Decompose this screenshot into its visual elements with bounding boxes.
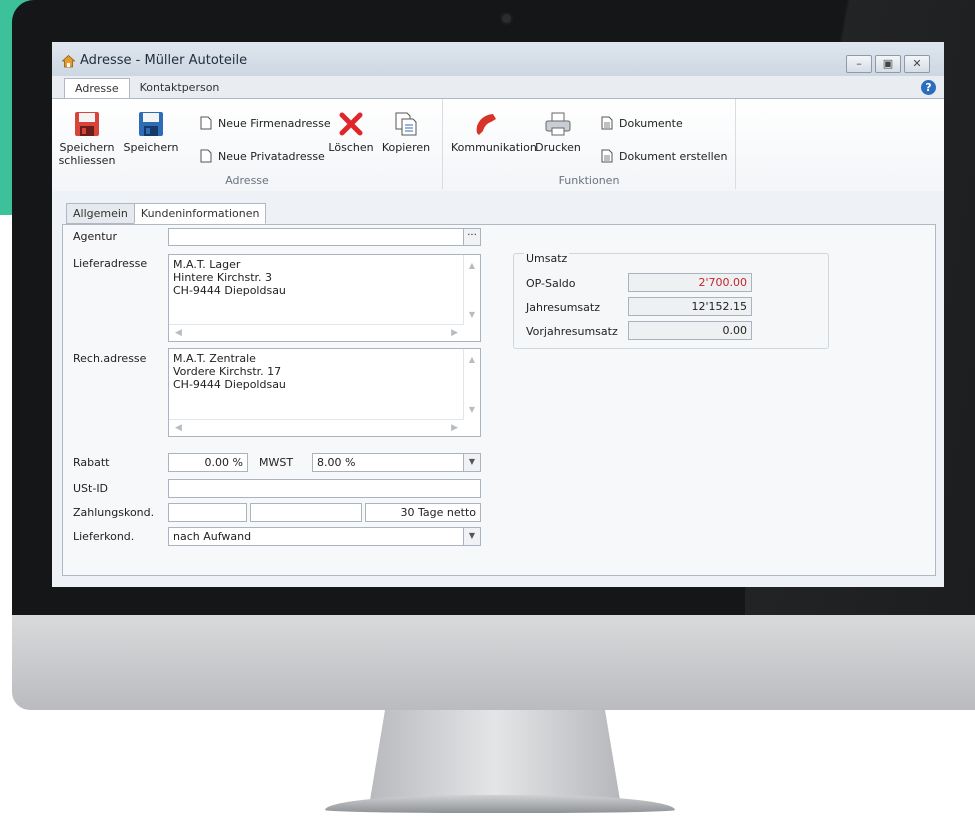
window-title: Adresse - Müller Autoteile [80, 53, 248, 68]
monitor-chin [12, 615, 975, 710]
rechadresse-label: Rech.adresse [73, 352, 147, 365]
close-button[interactable]: ✕ [904, 55, 930, 73]
new-private-address-button[interactable]: Neue Privatadresse [200, 149, 325, 163]
save-button[interactable]: Speichern [122, 111, 180, 154]
document-icon [601, 149, 613, 163]
create-document-button[interactable]: Dokument erstellen [601, 149, 727, 163]
vorjahresumsatz-label: Vorjahresumsatz [526, 325, 618, 338]
copy-icon [395, 112, 417, 136]
ribbon-tabs: Adresse Kontaktperson [64, 78, 229, 98]
copy-button[interactable]: Kopieren [378, 111, 434, 154]
tab-kontaktperson[interactable]: Kontaktperson [130, 78, 230, 98]
document-icon [601, 116, 613, 130]
documents-button[interactable]: Dokumente [601, 116, 683, 130]
vertical-scrollbar[interactable]: ▲ ▼ [463, 349, 480, 420]
house-icon [62, 55, 75, 68]
close-icon: ✕ [912, 57, 922, 70]
zahlungskond-field-2[interactable] [250, 503, 362, 522]
vorjahresumsatz-value: 0.00 [628, 321, 752, 340]
mwst-dropdown[interactable]: 8.00 % ▼ [312, 453, 481, 472]
maximize-button[interactable]: ▣ [875, 55, 901, 73]
customer-info-panel: Agentur ··· Lieferadresse M.A.T. Lager H… [62, 224, 936, 576]
zahlungskond-label: Zahlungskond. [73, 506, 155, 519]
document-icon [200, 149, 212, 163]
ribbon-group-label-funktionen: Funktionen [558, 174, 620, 187]
jahresumsatz-label: Jahresumsatz [526, 301, 600, 314]
monitor-base [325, 795, 675, 813]
mwst-label: MWST [259, 456, 294, 469]
agentur-field[interactable]: ··· [168, 228, 481, 246]
lieferkond-label: Lieferkond. [73, 530, 135, 543]
ribbon-group-adresse: Speichern schliessen Speichern Neue Firm… [52, 99, 443, 189]
zahlungskond-field-1[interactable] [168, 503, 247, 522]
horizontal-scrollbar[interactable]: ◀ ▶ [169, 419, 464, 436]
minimize-icon: – [856, 57, 862, 70]
vertical-scrollbar[interactable]: ▲ ▼ [463, 255, 480, 325]
tab-adresse[interactable]: Adresse [64, 78, 130, 98]
ustid-field[interactable] [168, 479, 481, 498]
rechadresse-textarea[interactable]: M.A.T. Zentrale Vordere Kirchstr. 17 CH-… [168, 348, 481, 437]
save-close-button[interactable]: Speichern schliessen [58, 111, 116, 167]
rabatt-label: Rabatt [73, 456, 110, 469]
jahresumsatz-value: 12'152.15 [628, 297, 752, 316]
umsatz-title: Umsatz [524, 252, 570, 265]
op-saldo-value: 2'700.00 [628, 273, 752, 292]
op-saldo-label: OP-Saldo [526, 277, 576, 290]
ustid-label: USt-ID [73, 482, 109, 495]
rabatt-field[interactable]: 0.00 % [168, 453, 248, 472]
sub-tabs: Allgemein Kundeninformationen [66, 203, 267, 224]
ribbon-group-funktionen: Kommunikation Drucken Dokumente Dokument… [443, 99, 736, 189]
chevron-down-icon[interactable]: ▼ [463, 528, 480, 545]
chevron-down-icon[interactable]: ▼ [463, 454, 480, 471]
floppy-disk-icon [139, 112, 163, 136]
zahlungskond-field-3[interactable]: 30 Tage netto [365, 503, 481, 522]
maximize-icon: ▣ [882, 57, 894, 70]
agentur-label: Agentur [73, 230, 118, 243]
camera-dot [502, 14, 511, 23]
delete-button[interactable]: Löschen [326, 111, 376, 154]
lieferkond-dropdown[interactable]: nach Aufwand ▼ [168, 527, 481, 546]
umsatz-groupbox: Umsatz OP-Saldo 2'700.00 Jahresumsatz 12… [513, 252, 829, 349]
delete-x-icon [339, 112, 363, 136]
tab-kundeninformationen[interactable]: Kundeninformationen [133, 203, 267, 224]
minimize-button[interactable]: – [846, 55, 872, 73]
new-company-address-button[interactable]: Neue Firmenadresse [200, 116, 331, 130]
floppy-disk-icon [75, 112, 99, 136]
ribbon-group-label-adresse: Adresse [225, 174, 269, 187]
lieferadresse-textarea[interactable]: M.A.T. Lager Hintere Kirchstr. 3 CH-9444… [168, 254, 481, 342]
print-button[interactable]: Drucken [533, 111, 583, 154]
communication-button[interactable]: Kommunikation [451, 111, 537, 154]
ribbon: Speichern schliessen Speichern Neue Firm… [52, 98, 944, 192]
tab-allgemein[interactable]: Allgemein [66, 203, 135, 224]
document-icon [200, 116, 212, 130]
horizontal-scrollbar[interactable]: ◀ ▶ [169, 324, 464, 341]
agentur-browse-button[interactable]: ··· [463, 229, 480, 245]
app-window: Adresse - Müller Autoteile – ▣ ✕ Adresse… [52, 42, 944, 587]
lieferadresse-label: Lieferadresse [73, 257, 148, 270]
monitor-stand [370, 710, 620, 800]
content-area: Allgemein Kundeninformationen Agentur ··… [52, 191, 944, 587]
help-icon[interactable]: ? [921, 80, 936, 95]
printer-icon [545, 112, 571, 136]
title-bar: Adresse - Müller Autoteile – ▣ ✕ [52, 42, 944, 76]
phone-icon [476, 114, 496, 135]
